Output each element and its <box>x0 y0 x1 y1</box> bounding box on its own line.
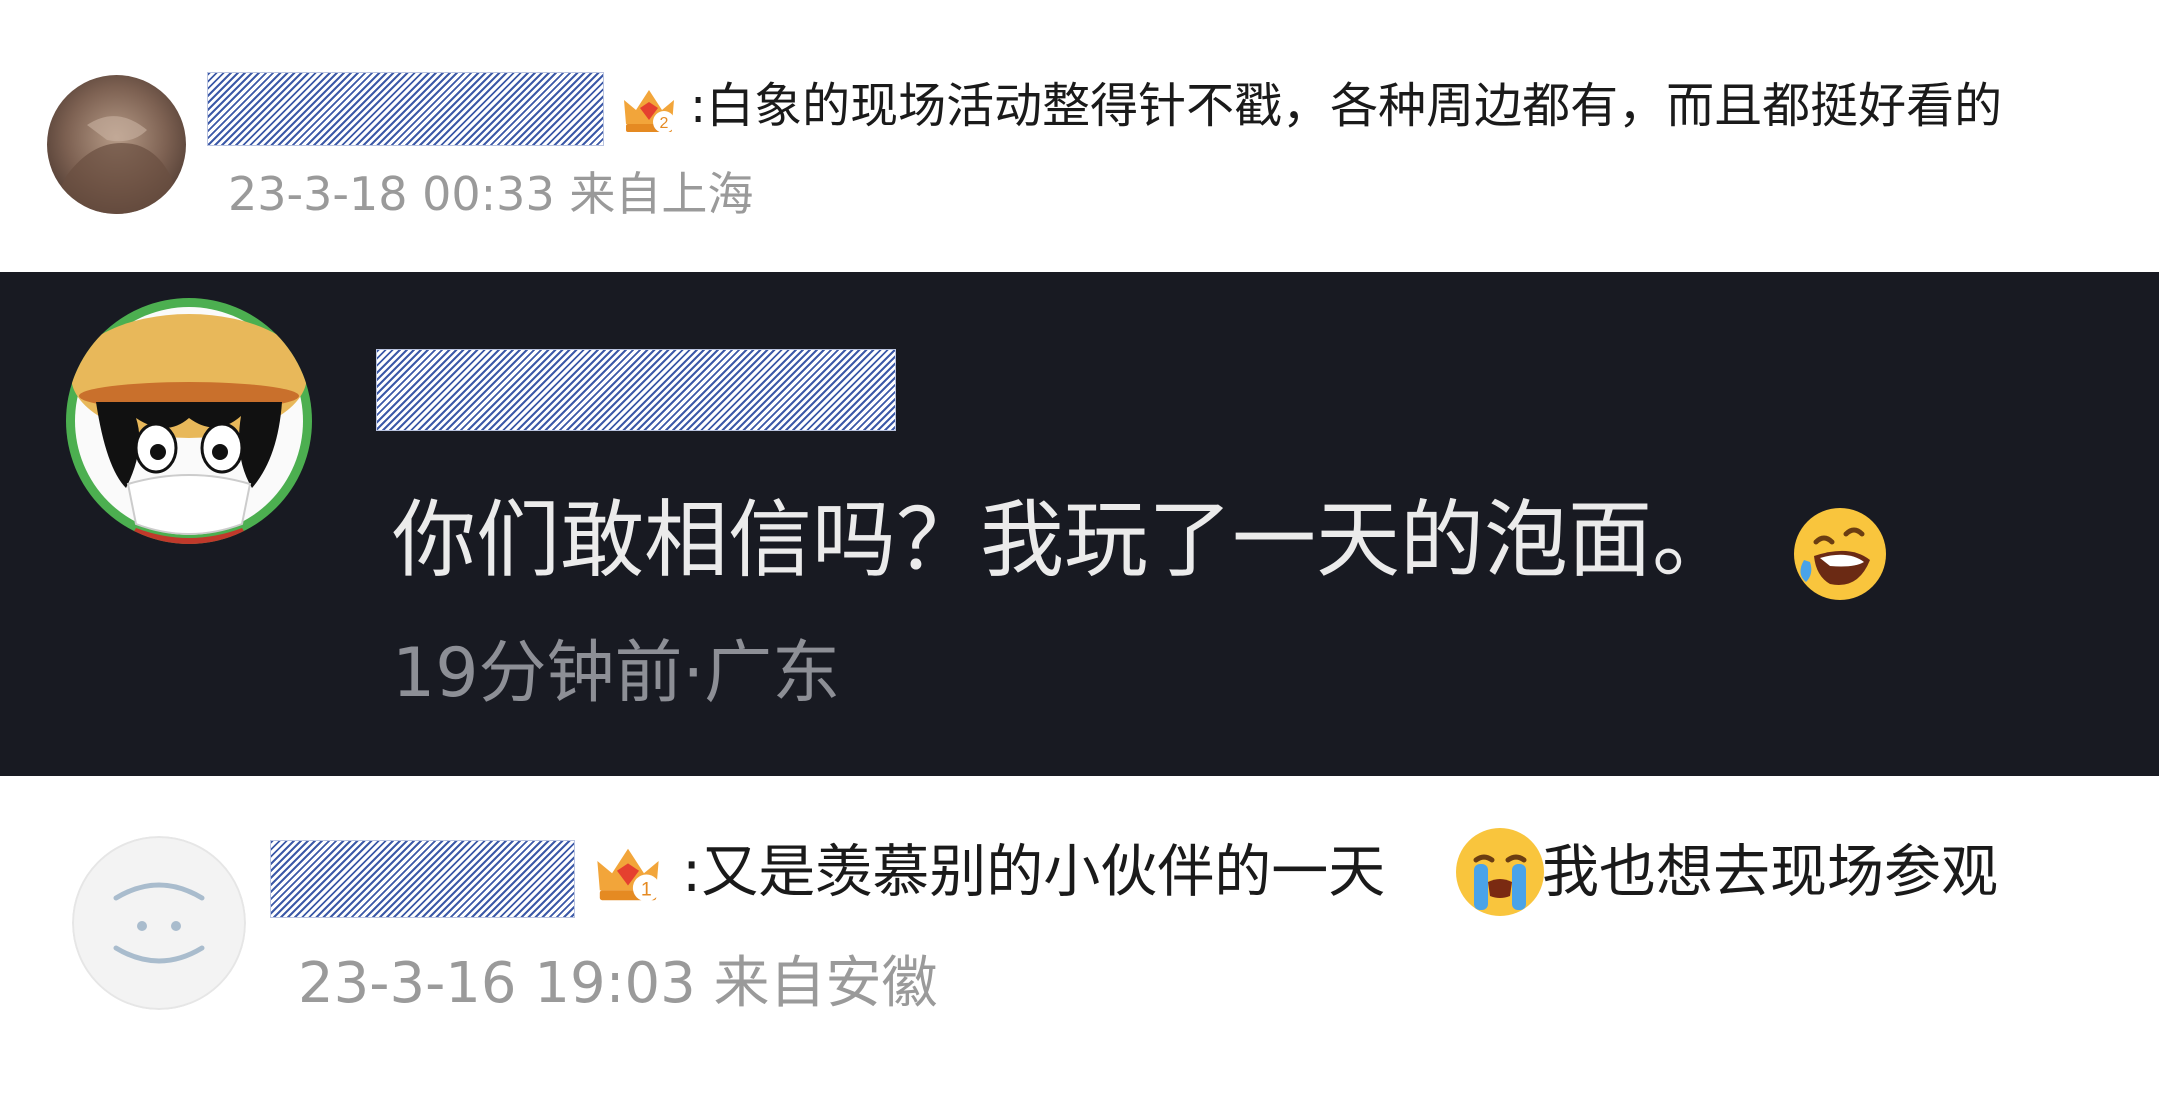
crown-gem-badge-icon: 1 <box>590 834 666 910</box>
username-redacted[interactable] <box>270 840 575 918</box>
comment-meta: 23-3-16 19:03 来自安徽 <box>298 951 938 1016</box>
comment-meta: 19分钟前·广东 <box>392 634 841 713</box>
comment-meta: 23-3-18 00:33 来自上海 <box>228 167 754 221</box>
comment-item-2: 你们敢相信吗？我玩了一天的泡面。 19分钟前·广东 <box>0 272 2159 776</box>
crown-gem-badge-icon: 2 <box>618 78 680 140</box>
badge-level-text: 1 <box>641 878 652 900</box>
user-avatar[interactable] <box>47 75 186 214</box>
comment-item-1: 2 :白象的现场活动整得针不戳，各种周边都有，而且都挺好看的 23-3-18 0… <box>0 0 2159 272</box>
username-redacted[interactable] <box>207 72 604 146</box>
user-avatar[interactable] <box>66 298 312 544</box>
badge-level-text: 2 <box>660 115 669 132</box>
user-avatar[interactable] <box>72 836 246 1010</box>
crying-face-emoji-icon <box>1452 824 1548 920</box>
comment-item-3: 1 :又是羡慕别的小伙伴的一天 我也想去现场参观 23-3-16 19:03 来… <box>0 776 2159 1100</box>
comment-text: :白象的现场活动整得针不戳，各种周边都有，而且都挺好看的 <box>690 78 2003 134</box>
comment-text-continued: 我也想去现场参观 <box>1542 839 1998 905</box>
comment-text: :又是羡慕别的小伙伴的一天 <box>682 839 1386 905</box>
rolling-laughing-emoji-icon <box>1790 504 1890 604</box>
comment-text: 你们敢相信吗？我玩了一天的泡面。 <box>392 491 1737 589</box>
username-redacted[interactable] <box>376 349 896 431</box>
